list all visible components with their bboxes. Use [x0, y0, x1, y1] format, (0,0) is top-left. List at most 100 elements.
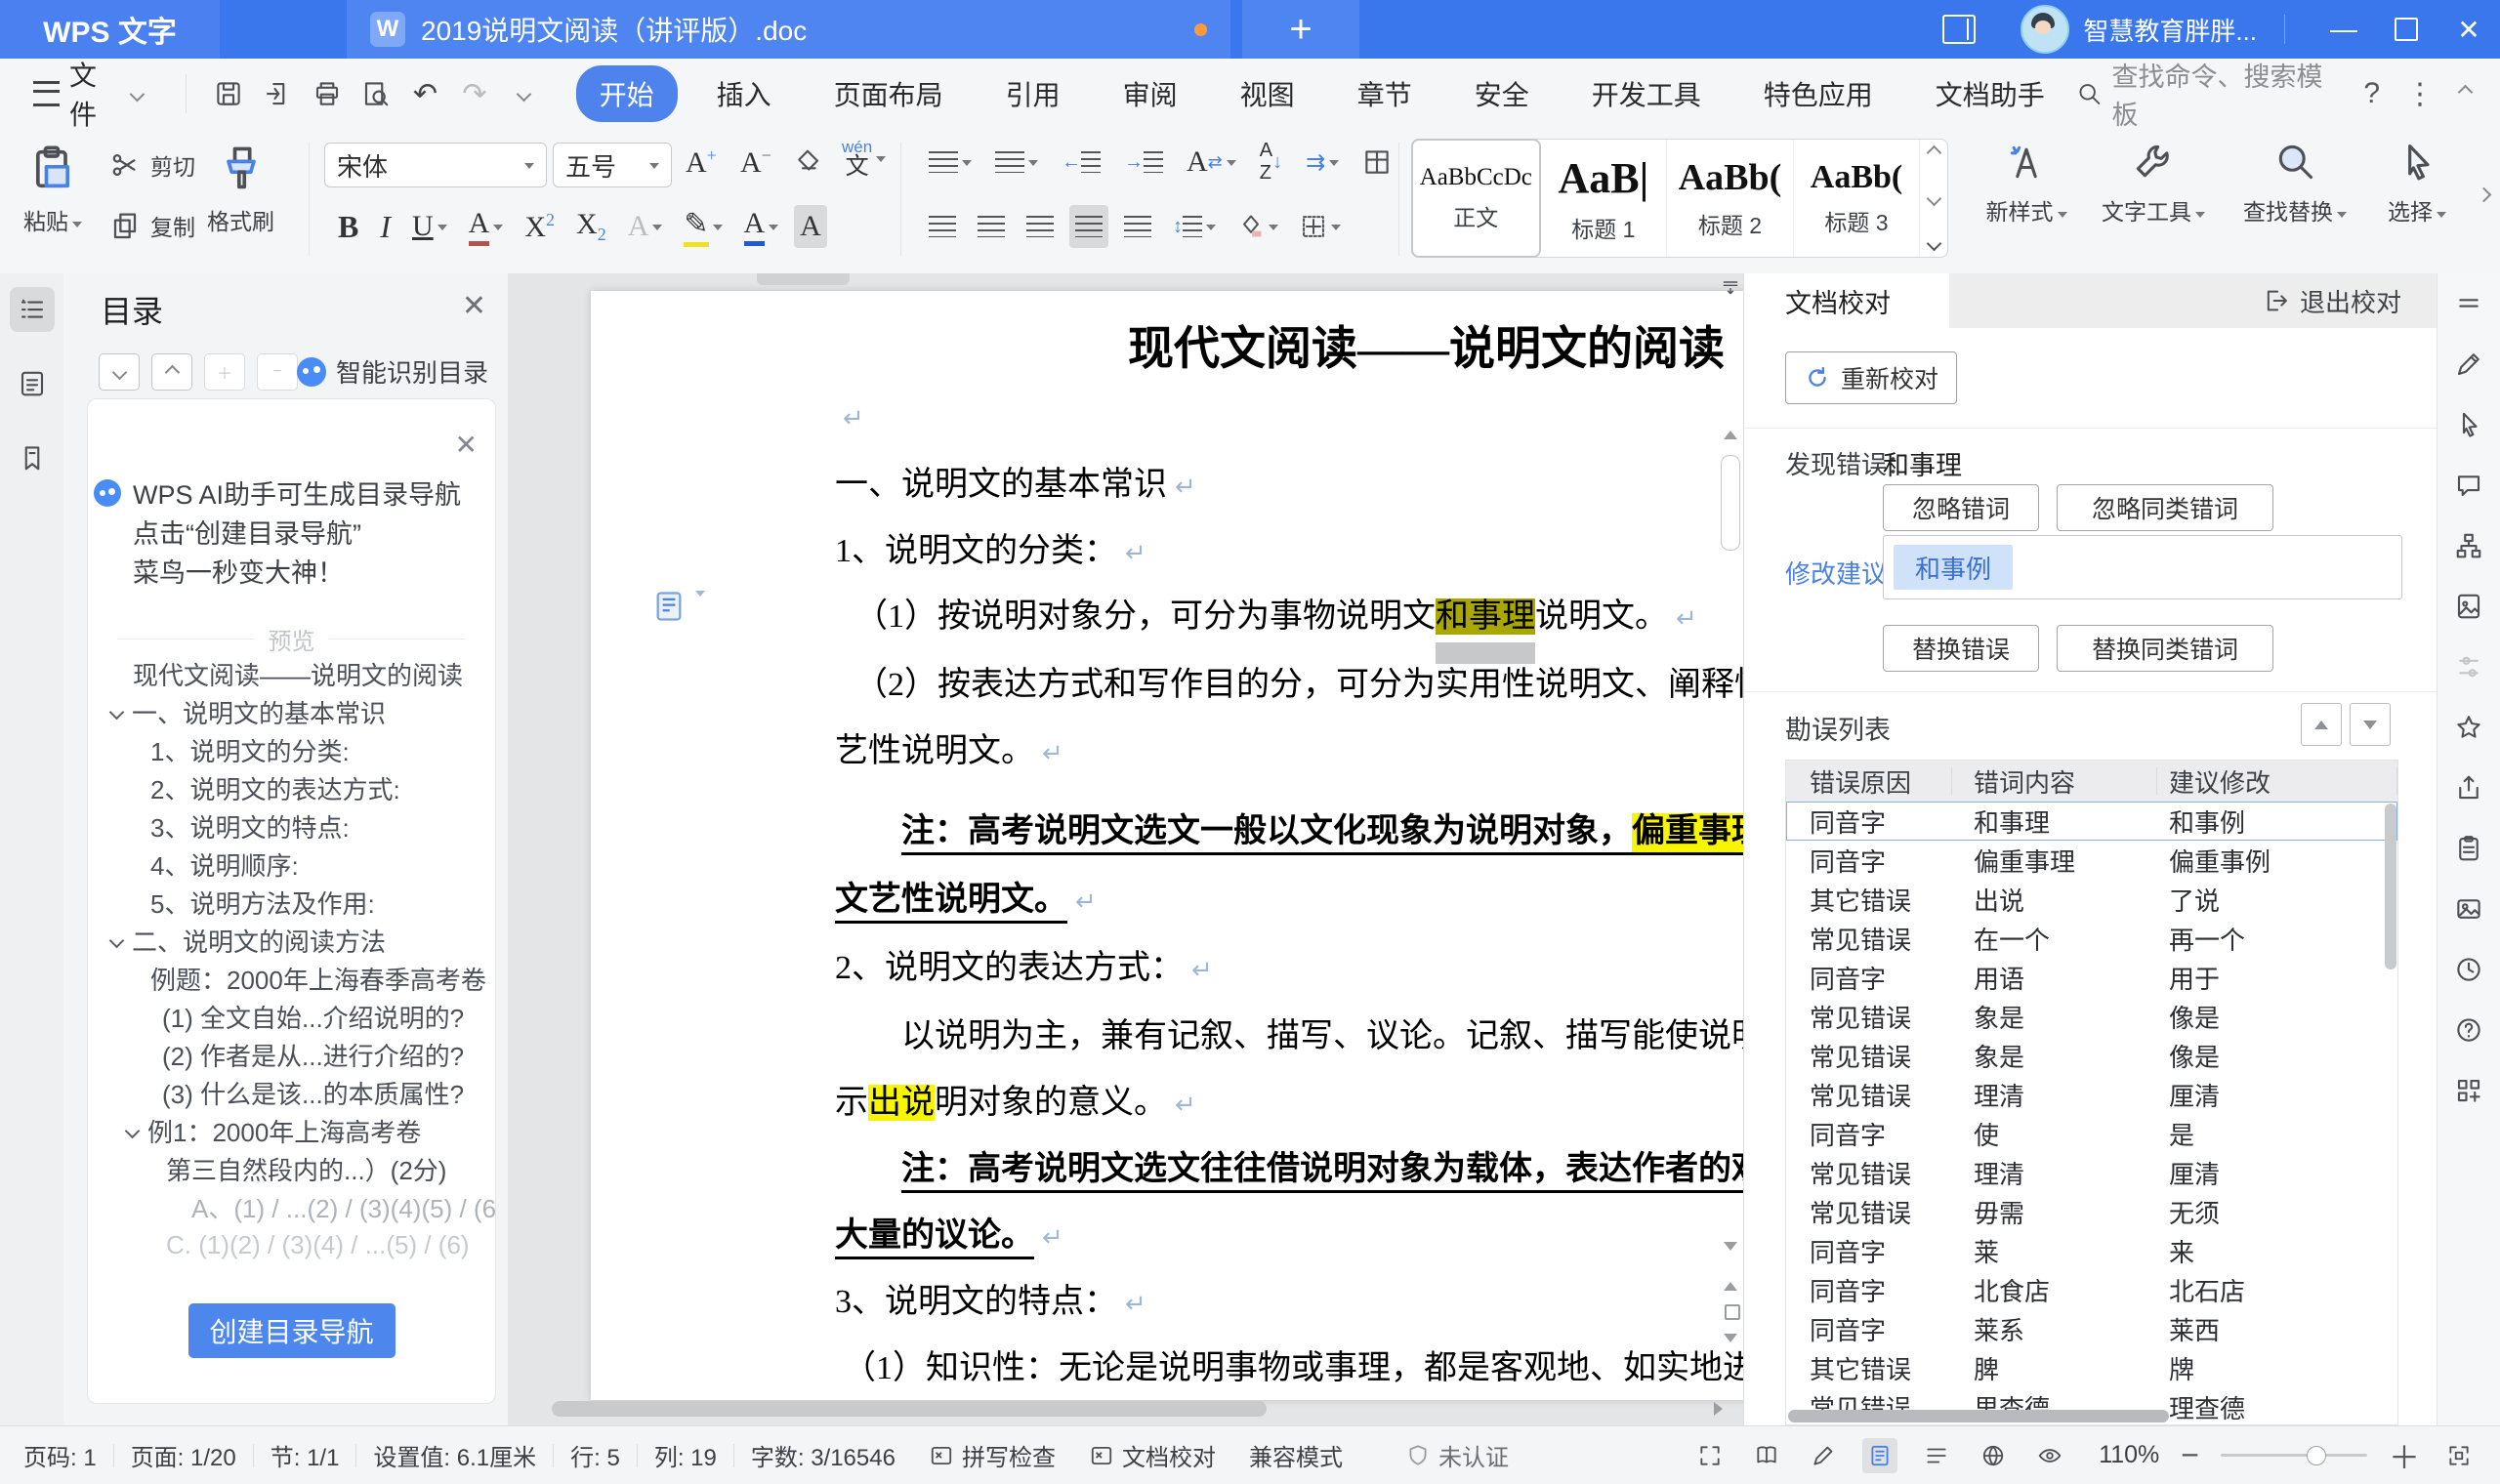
close-button[interactable]: ✕	[2438, 0, 2500, 59]
styles-more[interactable]	[1926, 235, 1941, 252]
font-color-button[interactable]: A	[738, 205, 785, 248]
compat-mode[interactable]: 兼容模式	[1249, 1438, 1343, 1472]
menu-tab-8[interactable]: 开发工具	[1568, 65, 1725, 122]
new-tab-button[interactable]: +	[1242, 0, 1359, 59]
underline-button[interactable]: U	[406, 205, 453, 248]
ignore-same-button[interactable]: 忽略同类错词	[2057, 484, 2273, 531]
toc-item-13[interactable]: 第三自然段内的...）(2分)	[88, 1150, 495, 1188]
errata-row-7[interactable]: 常见错误 理清 厘清	[1786, 1075, 2397, 1114]
bullet-list-button[interactable]	[923, 141, 978, 184]
toc-caret-icon[interactable]	[108, 704, 125, 721]
character-shading-button[interactable]: A	[794, 205, 827, 248]
toc-item-4[interactable]: 3、说明文的特点:	[88, 807, 495, 845]
file-menu[interactable]: 文件	[0, 55, 168, 133]
justify-button[interactable]	[1069, 205, 1108, 248]
command-search[interactable]: 查找命令、搜索模板	[2076, 56, 2339, 132]
undo-button[interactable]: ↶	[400, 70, 449, 117]
style-heading3[interactable]: AaBb( 标题 3	[1794, 140, 1920, 257]
status-item-1[interactable]: 页面: 1/20	[131, 1438, 236, 1472]
style-heading2[interactable]: AaBb( 标题 2	[1667, 140, 1794, 257]
text-direction-button[interactable]: A ⇄	[1181, 141, 1242, 184]
quickbar-more-button[interactable]	[499, 70, 548, 117]
toc-item-2[interactable]: 1、说明文的分类:	[88, 731, 495, 769]
print-preview-button[interactable]	[352, 70, 400, 117]
document-tab[interactable]: W 2019说明文阅读（讲评版）.doc	[347, 0, 1230, 59]
toc-item-10[interactable]: (2) 作者是从...进行介绍的?	[88, 1036, 495, 1074]
errata-row-5[interactable]: 常见错误 象是 像是	[1786, 997, 2397, 1036]
bookmark-panel-button[interactable]	[10, 435, 55, 480]
toc-item-6[interactable]: 5、说明方法及作用:	[88, 884, 495, 922]
toc-item-1[interactable]: 一、说明文的基本常识	[88, 693, 495, 731]
toc-zoom-in-button[interactable]: ＋	[204, 353, 245, 391]
app-logo[interactable]: WPS 文字	[0, 0, 220, 59]
page-view-button[interactable]	[1862, 1437, 1898, 1473]
increase-indent-button[interactable]: →	[1118, 141, 1169, 184]
menu-tab-4[interactable]: 审阅	[1100, 65, 1201, 122]
print-button[interactable]	[302, 70, 351, 117]
toc-item-5[interactable]: 4、说明顺序:	[88, 845, 495, 884]
select-tool-button[interactable]	[2454, 410, 2483, 439]
ink-annotate-button[interactable]	[2454, 350, 2483, 379]
redo-button[interactable]: ↷	[450, 70, 499, 117]
errata-col-1[interactable]: 错词内容	[1952, 767, 2157, 798]
scroll-up-arrow[interactable]	[1724, 424, 1737, 439]
status-item-5[interactable]: 列: 19	[654, 1438, 717, 1472]
toc-item-12[interactable]: 例1：2000年上海高考卷	[88, 1112, 495, 1150]
text-effects-button[interactable]: A	[622, 205, 669, 248]
vertical-scrollbar[interactable]	[1720, 277, 1741, 1392]
scroll-right-arrow[interactable]	[1714, 1402, 1729, 1416]
style-heading1[interactable]: AaB| 标题 1	[1541, 140, 1668, 257]
suggestion-box[interactable]: 和事例	[1883, 535, 2402, 599]
errata-col-0[interactable]: 错误原因	[1786, 767, 1952, 798]
ai-tip-close-button[interactable]: ✕	[455, 429, 478, 461]
errata-next-button[interactable]	[2350, 703, 2391, 746]
copy-button[interactable]: 复制	[109, 209, 195, 242]
history-panel-button[interactable]	[2454, 955, 2483, 984]
vertical-scroll-thumb[interactable]	[1721, 455, 1740, 551]
zoom-in-button[interactable]: ＋	[2389, 1433, 2420, 1478]
errata-row-2[interactable]: 其它错误 出说 了说	[1786, 880, 2397, 919]
menu-tab-10[interactable]: 文档助手	[1912, 65, 2068, 122]
split-view-icon[interactable]	[1942, 15, 1977, 44]
decrease-font-button[interactable]: A−	[734, 141, 777, 184]
doc-layout-button[interactable]	[2454, 592, 2483, 621]
scroll-down-arrow[interactable]	[1724, 1242, 1737, 1257]
highlight-color-button[interactable]: ✎	[678, 205, 728, 248]
read-mode-button[interactable]	[1749, 1438, 1784, 1473]
find-replace-button[interactable]: 查找替换	[2231, 141, 2358, 227]
annotation-panel-button[interactable]	[10, 361, 55, 406]
eye-protect-button[interactable]	[2032, 1438, 2067, 1473]
errata-row-11[interactable]: 同音字 莱 来	[1786, 1231, 2397, 1270]
web-view-button[interactable]	[1976, 1438, 2011, 1473]
errata-row-1[interactable]: 同音字 偏重事理 偏重事例	[1786, 841, 2397, 880]
toc-close-button[interactable]: ✕	[462, 289, 486, 323]
favorites-button[interactable]	[2454, 713, 2483, 742]
align-left-button[interactable]	[923, 205, 962, 248]
previous-page-button[interactable]	[1724, 1275, 1737, 1291]
errata-row-13[interactable]: 同音字 莱系 莱西	[1786, 1309, 2397, 1348]
bold-button[interactable]: B	[332, 205, 364, 248]
toc-item-11[interactable]: (3) 什么是该...的本质属性?	[88, 1074, 495, 1112]
status-item-2[interactable]: 节: 1/1	[271, 1438, 340, 1472]
status-item-6[interactable]: 字数: 3/16546	[751, 1438, 896, 1472]
select-browse-object-button[interactable]	[1725, 1304, 1740, 1320]
document-area[interactable]: 现代文阅读——说明文的阅读 ↵ 一、说明文的基本常识 ↵ 1、说明文的分类： ↵ （1）按说…	[508, 273, 1743, 1425]
proofread-toggle[interactable]: 文档校对	[1089, 1438, 1216, 1472]
settings-button[interactable]	[2454, 652, 2483, 681]
smart-toc-button[interactable]: 智能识别目录	[296, 353, 488, 390]
styles-scroll-up[interactable]	[1926, 144, 1941, 161]
errata-vertical-scroll-thumb[interactable]	[2385, 804, 2396, 969]
subscript-button[interactable]: X2	[570, 205, 612, 248]
toc-item-0[interactable]: 现代文阅读——说明文的阅读	[88, 655, 495, 693]
maximize-button[interactable]	[2375, 0, 2438, 59]
spellcheck-toggle[interactable]: 拼写检查	[929, 1438, 1056, 1472]
toc-expand-all-button[interactable]	[99, 353, 140, 391]
strikethrough-button[interactable]: A	[463, 205, 510, 248]
collapse-ribbon-button[interactable]	[2457, 84, 2474, 103]
replace-button[interactable]: 替换错误	[1883, 625, 2039, 672]
recheck-button[interactable]: 重新校对	[1785, 351, 1957, 404]
replace-same-button[interactable]: 替换同类错词	[2057, 625, 2273, 672]
show-marks-button[interactable]: ⇉	[1300, 141, 1345, 184]
errata-row-9[interactable]: 常见错误 理清 厘清	[1786, 1153, 2397, 1192]
zoom-slider-knob[interactable]	[2306, 1446, 2326, 1465]
